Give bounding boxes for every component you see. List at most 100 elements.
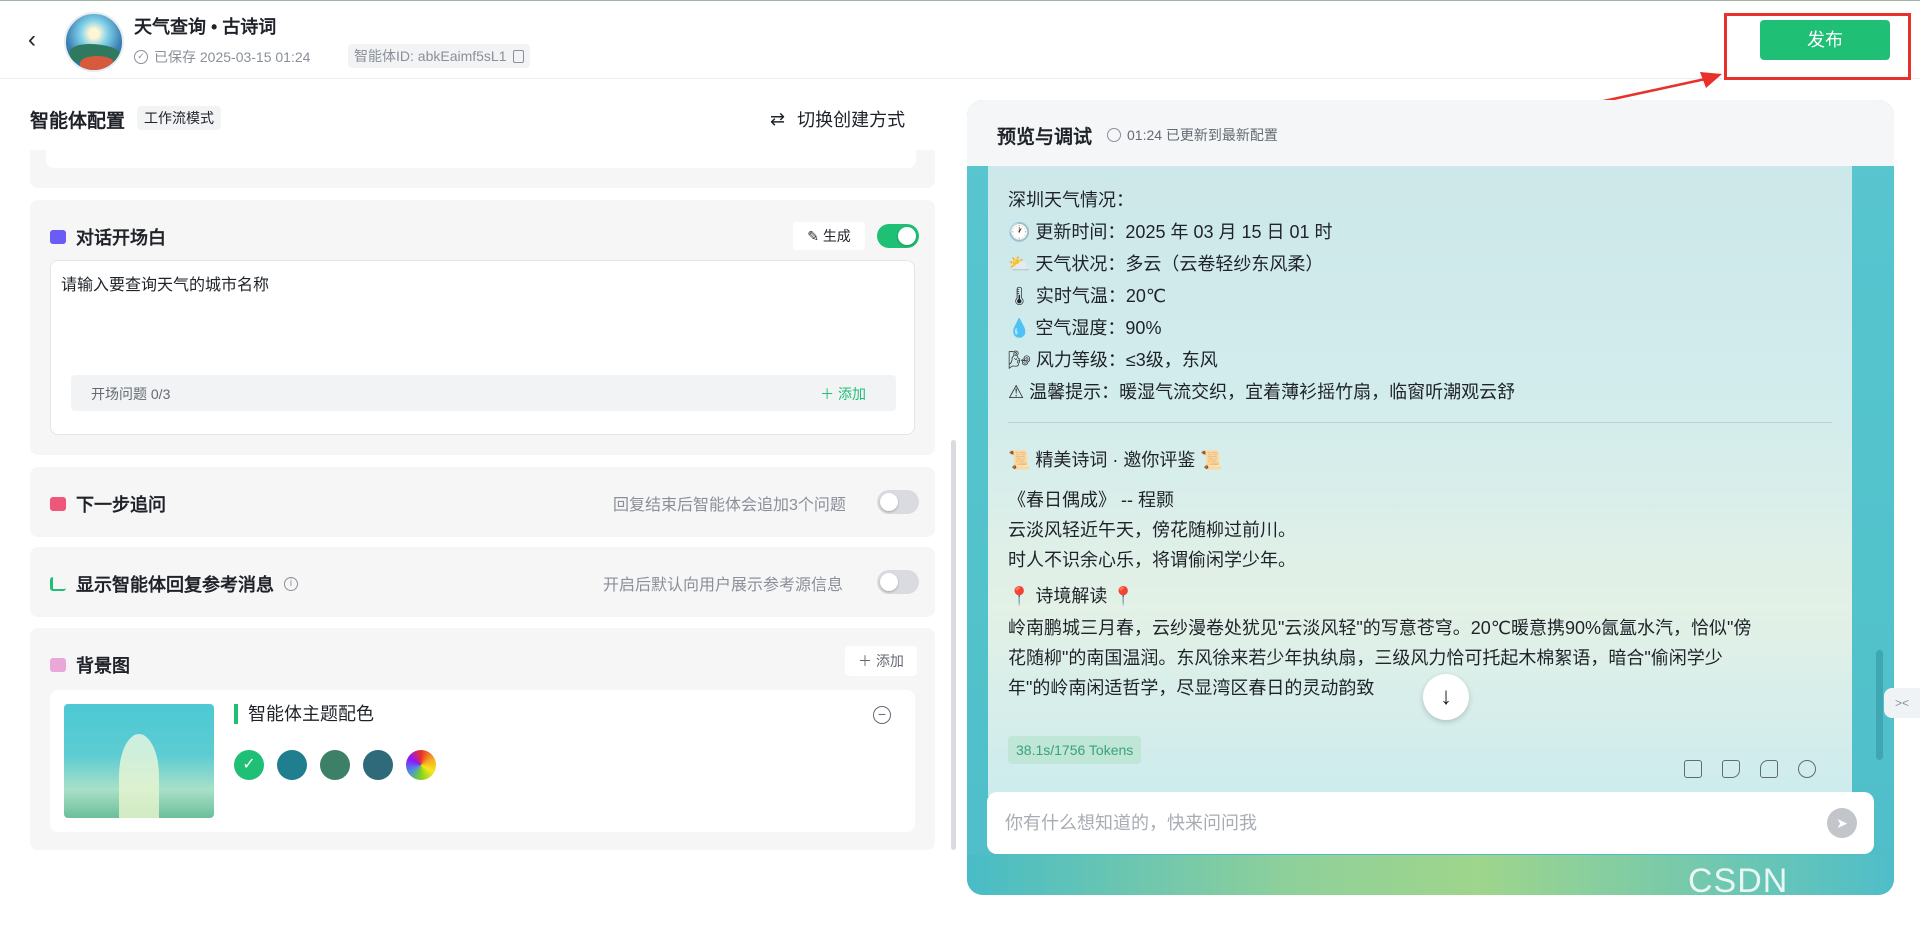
add-background-button[interactable]: ＋ 添加: [845, 646, 917, 676]
agent-title: 天气查询 • 古诗词: [134, 17, 277, 37]
poem-line-1: 云淡风轻近午天，傍花随柳过前川。: [1008, 520, 1296, 540]
background-thumbnail[interactable]: [64, 704, 214, 818]
question-bubble-icon: [50, 497, 66, 511]
back-arrow-icon[interactable]: ‹: [28, 28, 52, 52]
preview-status-text: 01:24 已更新到最新配置: [1127, 127, 1278, 143]
poem-header: 📜 精美诗词 · 邀你评鉴 📜: [1008, 450, 1223, 470]
interpretation-line-1: 岭南鹏城三月春，云纱漫卷处犹见"云淡风轻"的写意苍穹。20℃暖意携90%氤氲水汽…: [1008, 618, 1752, 638]
weather-temperature: 🌡 实时气温：20℃: [1008, 286, 1167, 306]
thumbs-down-icon[interactable]: [1760, 760, 1778, 778]
thumbs-up-icon[interactable]: [1722, 760, 1740, 778]
preview-title: 预览与调试: [997, 127, 1093, 148]
check-circle-icon: ✓: [134, 50, 148, 64]
wind-icon: 🌬: [1008, 350, 1036, 370]
warning-icon: ⚠: [1008, 382, 1030, 402]
opening-toggle[interactable]: [877, 224, 919, 248]
poem-line-2: 时人不识余心乐，将谓偷闲学少年。: [1008, 550, 1296, 570]
magic-wand-icon: ✎: [807, 228, 823, 244]
interpretation-line-3: 年"的岭南闲适哲学，尽显湾区春日的灵动韵致: [1008, 678, 1375, 698]
references-toggle[interactable]: [877, 570, 919, 594]
references-title: 显示智能体回复参考消息: [76, 575, 274, 595]
opening-title: 对话开场白: [76, 228, 166, 248]
copy-icon[interactable]: [512, 49, 524, 63]
scroll-icon: 📜: [1008, 450, 1036, 470]
remove-circle-icon[interactable]: −: [873, 706, 891, 724]
switch-mode-label: 切换创建方式: [797, 110, 906, 130]
save-status: ✓ 已保存 2025-03-15 01:24: [134, 47, 310, 67]
add-question-button[interactable]: ＋ 添加: [820, 384, 866, 404]
agent-id-text: 智能体ID: abkEaimf5sL1: [354, 48, 507, 64]
token-usage-badge: 38.1s/1756 Tokens: [1008, 736, 1142, 764]
swatch-custom-color[interactable]: [406, 750, 436, 780]
chat-bubble-icon: [50, 230, 66, 244]
search-list-icon: [50, 577, 66, 591]
watermark: CSDN @kocor: [1688, 862, 1812, 939]
agent-id-badge: 智能体ID: abkEaimf5sL1: [348, 44, 530, 68]
theme-color-label: 智能体主题配色: [234, 704, 374, 724]
weather-city: 深圳天气情况：: [1008, 190, 1134, 210]
poem-title: 《春日偶成》 -- 程颢: [1008, 490, 1174, 510]
collapse-panel-icon[interactable]: ><: [1884, 688, 1920, 718]
switch-mode-button[interactable]: ⇄ 切换创建方式: [770, 106, 905, 132]
copy-icon[interactable]: [1684, 760, 1702, 778]
config-title: 智能体配置: [30, 111, 126, 132]
references-hint: 开启后默认向用户展示参考源信息: [603, 577, 844, 594]
next-step-toggle[interactable]: [877, 490, 919, 514]
opening-title-row: 对话开场白: [50, 224, 166, 250]
opening-text-area[interactable]: 请输入要查询天气的城市名称 开场问题 0/3 ＋ 添加: [50, 260, 915, 435]
image-icon: [50, 658, 66, 672]
add-background-label: 添加: [875, 653, 904, 669]
swatch-teal[interactable]: [277, 750, 307, 780]
scroll-icon: 📜: [1195, 450, 1223, 470]
preview-header: 预览与调试 01:24 已更新到最新配置: [967, 100, 1894, 166]
questions-count: 开场问题 0/3: [91, 386, 171, 402]
swatch-dark-green[interactable]: [320, 750, 350, 780]
weather-condition: ⛅ 天气状况：多云（云卷轻纱东风柔）: [1008, 254, 1324, 274]
interpretation-header: 📍 诗境解读 📍: [1008, 586, 1135, 606]
previous-section-card: [30, 150, 935, 188]
opening-questions-row: 开场问题 0/3 ＋ 添加: [71, 375, 896, 411]
save-status-text: 已保存 2025-03-15 01:24: [154, 49, 311, 65]
message-divider: [1008, 422, 1832, 423]
droplet-icon: 💧: [1008, 318, 1036, 338]
chat-input-box: ➤: [987, 792, 1874, 854]
swatch-slate-blue[interactable]: [363, 750, 393, 780]
mode-tag: 工作流模式: [137, 106, 221, 130]
preview-panel: 预览与调试 01:24 已更新到最新配置 深圳天气情况： 🕐 更新时间：2025…: [967, 100, 1894, 895]
background-item: 智能体主题配色 − ✓: [50, 690, 915, 832]
background-section: 背景图 ＋ 添加 智能体主题配色 − ✓: [30, 628, 935, 850]
references-section: 显示智能体回复参考消息 i 开启后默认向用户展示参考源信息: [30, 547, 935, 617]
next-step-title: 下一步追问: [76, 495, 166, 515]
info-icon[interactable]: i: [284, 577, 298, 591]
background-title-row: 背景图: [50, 652, 130, 678]
regenerate-icon[interactable]: [1798, 760, 1816, 778]
swatch-green-selected[interactable]: ✓: [234, 750, 264, 780]
weather-humidity: 💧 空气湿度：90%: [1008, 318, 1162, 338]
weather-wind: 🌬 风力等级：≤3级，东风: [1008, 350, 1218, 370]
agent-avatar[interactable]: [64, 12, 124, 72]
scroll-down-button[interactable]: ↓: [1423, 674, 1469, 720]
swap-arrows-icon: ⇄: [770, 108, 786, 129]
background-title: 背景图: [76, 656, 130, 676]
thermometer-icon: 🌡: [1008, 286, 1036, 306]
next-step-title-row: 下一步追问: [50, 491, 166, 517]
weather-update-time: 🕐 更新时间：2025 年 03 月 15 日 01 时: [1008, 222, 1333, 242]
preview-scrollbar[interactable]: [1876, 650, 1883, 760]
opening-section: 对话开场白 ✎ 生成 请输入要查询天气的城市名称 开场问题 0/3 ＋ 添加: [30, 200, 935, 455]
left-scrollbar[interactable]: [951, 440, 956, 850]
pin-icon: 📍: [1107, 586, 1135, 606]
pin-icon: 📍: [1008, 586, 1036, 606]
publish-button[interactable]: 发布: [1760, 20, 1890, 60]
references-title-row: 显示智能体回复参考消息 i: [50, 571, 298, 597]
send-icon[interactable]: ➤: [1827, 808, 1857, 838]
generate-label: 生成: [822, 228, 851, 244]
chat-input[interactable]: [1005, 792, 1805, 854]
generate-button[interactable]: ✎ 生成: [793, 222, 865, 250]
next-step-section: 下一步追问 回复结束后智能体会追加3个问题: [30, 467, 935, 537]
check-circle-icon: [1107, 128, 1121, 142]
add-question-label: 添加: [838, 386, 866, 402]
next-step-hint: 回复结束后智能体会追加3个问题: [613, 497, 846, 514]
interpretation-line-2: 花随柳"的南国温润。东风徐来若少年执纨扇，三级风力恰可托起木棉絮语，暗合"偷闲学…: [1008, 648, 1723, 668]
opening-text: 请输入要查询天气的城市名称: [61, 277, 270, 294]
preview-status: 01:24 已更新到最新配置: [1107, 125, 1278, 145]
